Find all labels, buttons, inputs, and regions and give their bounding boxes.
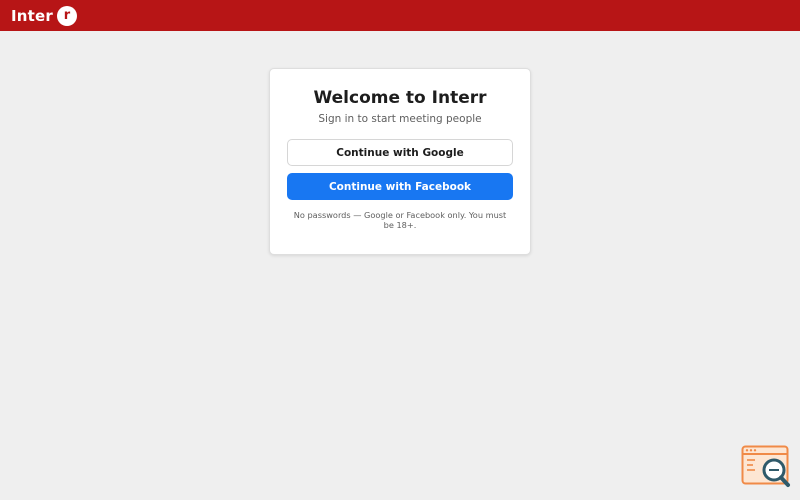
brand-text: Inter — [11, 6, 54, 25]
continue-with-facebook-button[interactable]: Continue with Facebook — [287, 173, 513, 200]
browser-search-icon[interactable] — [741, 445, 791, 490]
login-note: No passwords — Google or Facebook only. … — [293, 210, 507, 230]
top-header-bar: Inter r — [0, 0, 800, 31]
continue-with-google-button[interactable]: Continue with Google — [287, 139, 513, 166]
brand-logo[interactable]: Inter r — [11, 5, 78, 26]
brand-mark-icon: r — [57, 5, 78, 26]
login-subtitle: Sign in to start meeting people — [318, 113, 482, 125]
login-card: Welcome to Interr Sign in to start meeti… — [269, 68, 531, 255]
page-title: Welcome to Interr — [313, 88, 487, 108]
